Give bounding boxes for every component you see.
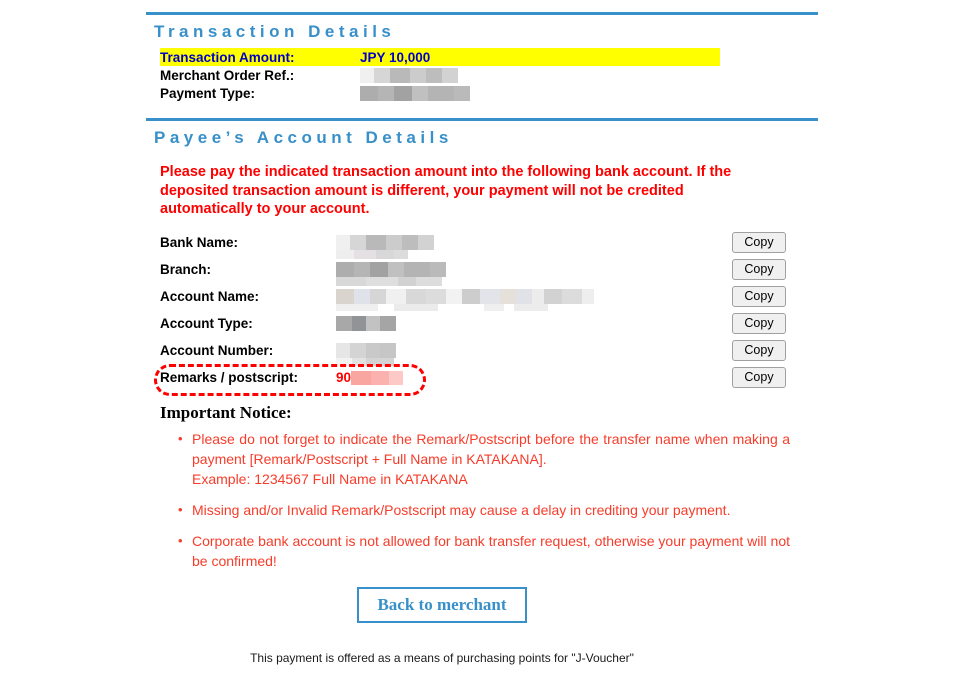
notice-item-example: Example: 1234567 Full Name in KATAKANA — [192, 470, 468, 487]
account-type-value — [336, 316, 396, 332]
transaction-details-section: Transaction Details Transaction Amount: … — [146, 12, 818, 102]
important-notice-section: Important Notice: Please do not forget t… — [146, 403, 818, 571]
account-type-label: Account Type: — [160, 315, 253, 331]
notice-item-text: Corporate bank account is not allowed fo… — [192, 532, 790, 569]
table-row: Payment Type: — [160, 84, 720, 102]
transaction-details-table: Transaction Amount: JPY 10,000 Merchant … — [160, 48, 720, 102]
footer-note: This payment is offered as a means of pu… — [250, 650, 634, 665]
redacted-block — [336, 234, 434, 250]
account-type-row: Account Type: Copy — [146, 312, 818, 343]
payment-warning-text: Please pay the indicated transaction amo… — [160, 164, 732, 217]
copy-account-type-button[interactable]: Copy — [732, 312, 786, 334]
redacted-block — [360, 67, 458, 83]
branch-row: Branch: Copy — [146, 258, 818, 289]
remarks-postscript-value: 90 — [336, 369, 404, 385]
payee-account-details-title: Payee’s Account Details — [154, 128, 453, 147]
payment-instruction-page: Transaction Details Transaction Amount: … — [0, 0, 957, 681]
copy-account-name-button[interactable]: Copy — [732, 285, 786, 307]
redacted-block — [336, 357, 394, 366]
important-notice-list: Please do not forget to indicate the Rem… — [146, 429, 796, 571]
redacted-block — [336, 261, 446, 277]
account-number-value — [336, 342, 396, 366]
list-item: Please do not forget to indicate the Rem… — [178, 429, 796, 489]
remarks-postscript-row: Remarks / postscript: 90 Copy — [146, 363, 818, 397]
redacted-block — [336, 303, 586, 311]
account-number-row: Account Number: Copy — [146, 339, 818, 370]
copy-remarks-button[interactable]: Copy — [732, 366, 786, 388]
redacted-block — [351, 370, 404, 385]
notice-item-text: Missing and/or Invalid Remark/Postscript… — [192, 501, 731, 518]
branch-label: Branch: — [160, 261, 212, 277]
redacted-block — [336, 288, 594, 304]
transaction-details-title: Transaction Details — [154, 22, 396, 41]
remarks-postscript-label: Remarks / postscript: — [160, 369, 299, 385]
account-name-value — [336, 288, 594, 311]
remarks-code-prefix: 90 — [336, 369, 352, 385]
bank-name-label: Bank Name: — [160, 234, 239, 250]
transaction-amount-value: JPY 10,000 — [360, 48, 720, 66]
transaction-amount-label: Transaction Amount: — [160, 48, 360, 66]
copy-bank-name-button[interactable]: Copy — [732, 231, 786, 253]
page-content: Transaction Details Transaction Amount: … — [146, 12, 818, 665]
bank-name-value — [336, 234, 434, 259]
bank-name-row: Bank Name: Copy — [146, 231, 818, 262]
table-row: Merchant Order Ref.: — [160, 66, 720, 84]
branch-value — [336, 261, 446, 286]
list-item: Missing and/or Invalid Remark/Postscript… — [178, 500, 796, 520]
payee-account-details-section: Payee’s Account Details Please pay the i… — [146, 118, 818, 397]
redacted-block — [336, 342, 396, 358]
merchant-order-ref-value — [360, 66, 720, 84]
redacted-block — [336, 316, 396, 332]
list-item: Corporate bank account is not allowed fo… — [178, 531, 796, 571]
back-to-merchant-button[interactable]: Back to merchant — [357, 586, 527, 623]
merchant-order-ref-label: Merchant Order Ref.: — [160, 67, 295, 83]
back-button-container: Back to merchant — [146, 586, 818, 623]
copy-account-number-button[interactable]: Copy — [732, 339, 786, 361]
account-name-label: Account Name: — [160, 288, 260, 304]
notice-item-text: Please do not forget to indicate the Rem… — [192, 430, 790, 467]
copy-branch-button[interactable]: Copy — [732, 258, 786, 280]
bank-account-fields: Bank Name: Copy Branch: Copy Account Nam… — [146, 231, 818, 397]
redacted-block — [336, 249, 408, 259]
table-row: Transaction Amount: JPY 10,000 — [160, 48, 720, 66]
redacted-block — [336, 276, 442, 286]
account-number-label: Account Number: — [160, 342, 274, 358]
redacted-block — [360, 85, 470, 101]
important-notice-title: Important Notice: — [160, 402, 292, 422]
payment-type-label: Payment Type: — [160, 85, 256, 101]
account-name-row: Account Name: Copy — [146, 285, 818, 316]
payment-type-value — [360, 84, 720, 102]
